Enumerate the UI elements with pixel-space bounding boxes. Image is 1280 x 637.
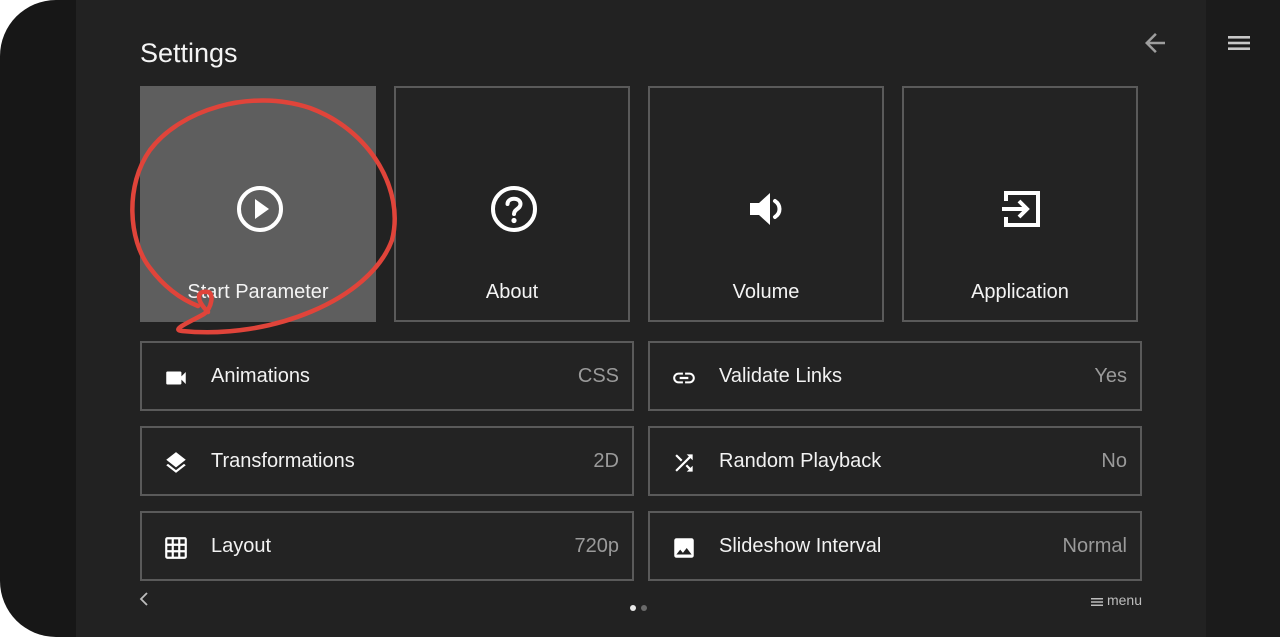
tile-volume[interactable]: Volume bbox=[648, 86, 884, 322]
sidebar bbox=[1206, 0, 1280, 637]
setting-value: 720p bbox=[574, 535, 620, 557]
setting-label: Layout bbox=[211, 535, 272, 557]
chevron-left-icon bbox=[139, 592, 148, 606]
tile-start-parameter[interactable]: Start Parameter bbox=[140, 86, 376, 322]
page-dot-active[interactable] bbox=[630, 605, 636, 611]
tile-label: About bbox=[485, 281, 539, 303]
video-camera-icon bbox=[166, 371, 186, 385]
help-circle-icon bbox=[491, 186, 537, 232]
footer-menu-label: menu bbox=[1106, 592, 1142, 608]
back-button[interactable] bbox=[1140, 28, 1170, 58]
setting-value: CSS bbox=[577, 365, 619, 387]
play-circle-icon bbox=[237, 186, 283, 232]
page-indicator bbox=[630, 598, 652, 616]
grid-icon bbox=[165, 537, 187, 559]
footer-menu-button[interactable]: menu bbox=[1090, 592, 1142, 608]
arrow-left-icon bbox=[1145, 33, 1165, 53]
setting-row-layout[interactable]: Layout 720p bbox=[140, 511, 634, 581]
setting-value: Yes bbox=[1094, 365, 1127, 387]
tile-application[interactable]: Application bbox=[902, 86, 1138, 322]
setting-row-animations[interactable]: Animations CSS bbox=[140, 341, 634, 411]
page-dot[interactable] bbox=[641, 605, 647, 611]
menu-lines-icon bbox=[1090, 598, 1103, 606]
tile-about[interactable]: About bbox=[394, 86, 630, 322]
setting-label: Random Playback bbox=[719, 450, 882, 472]
shuffle-icon bbox=[675, 454, 693, 472]
page-title: Settings bbox=[140, 38, 238, 68]
tile-label: Volume bbox=[732, 281, 800, 303]
setting-label: Slideshow Interval bbox=[719, 535, 882, 557]
exit-app-icon bbox=[1002, 191, 1040, 227]
previous-page-button[interactable] bbox=[138, 591, 150, 607]
setting-row-random-playback[interactable]: Random Playback No bbox=[648, 426, 1142, 496]
setting-value: 2D bbox=[593, 450, 619, 472]
setting-label: Validate Links bbox=[719, 365, 843, 387]
setting-row-slideshow-interval[interactable]: Slideshow Interval Normal bbox=[648, 511, 1142, 581]
volume-icon bbox=[750, 193, 782, 225]
tile-label: Start Parameter bbox=[187, 281, 329, 303]
setting-label: Transformations bbox=[211, 450, 355, 472]
tile-label: Application bbox=[971, 281, 1069, 303]
setting-label: Animations bbox=[211, 365, 310, 387]
setting-row-validate-links[interactable]: Validate Links Yes bbox=[648, 341, 1142, 411]
layers-icon bbox=[166, 452, 186, 473]
link-icon bbox=[673, 372, 695, 384]
hamburger-menu-button[interactable] bbox=[1225, 30, 1253, 56]
setting-value: Normal bbox=[1062, 535, 1127, 557]
image-icon bbox=[674, 538, 694, 558]
setting-row-transformations[interactable]: Transformations 2D bbox=[140, 426, 634, 496]
hamburger-icon bbox=[1228, 36, 1250, 50]
setting-value: No bbox=[1101, 450, 1127, 472]
